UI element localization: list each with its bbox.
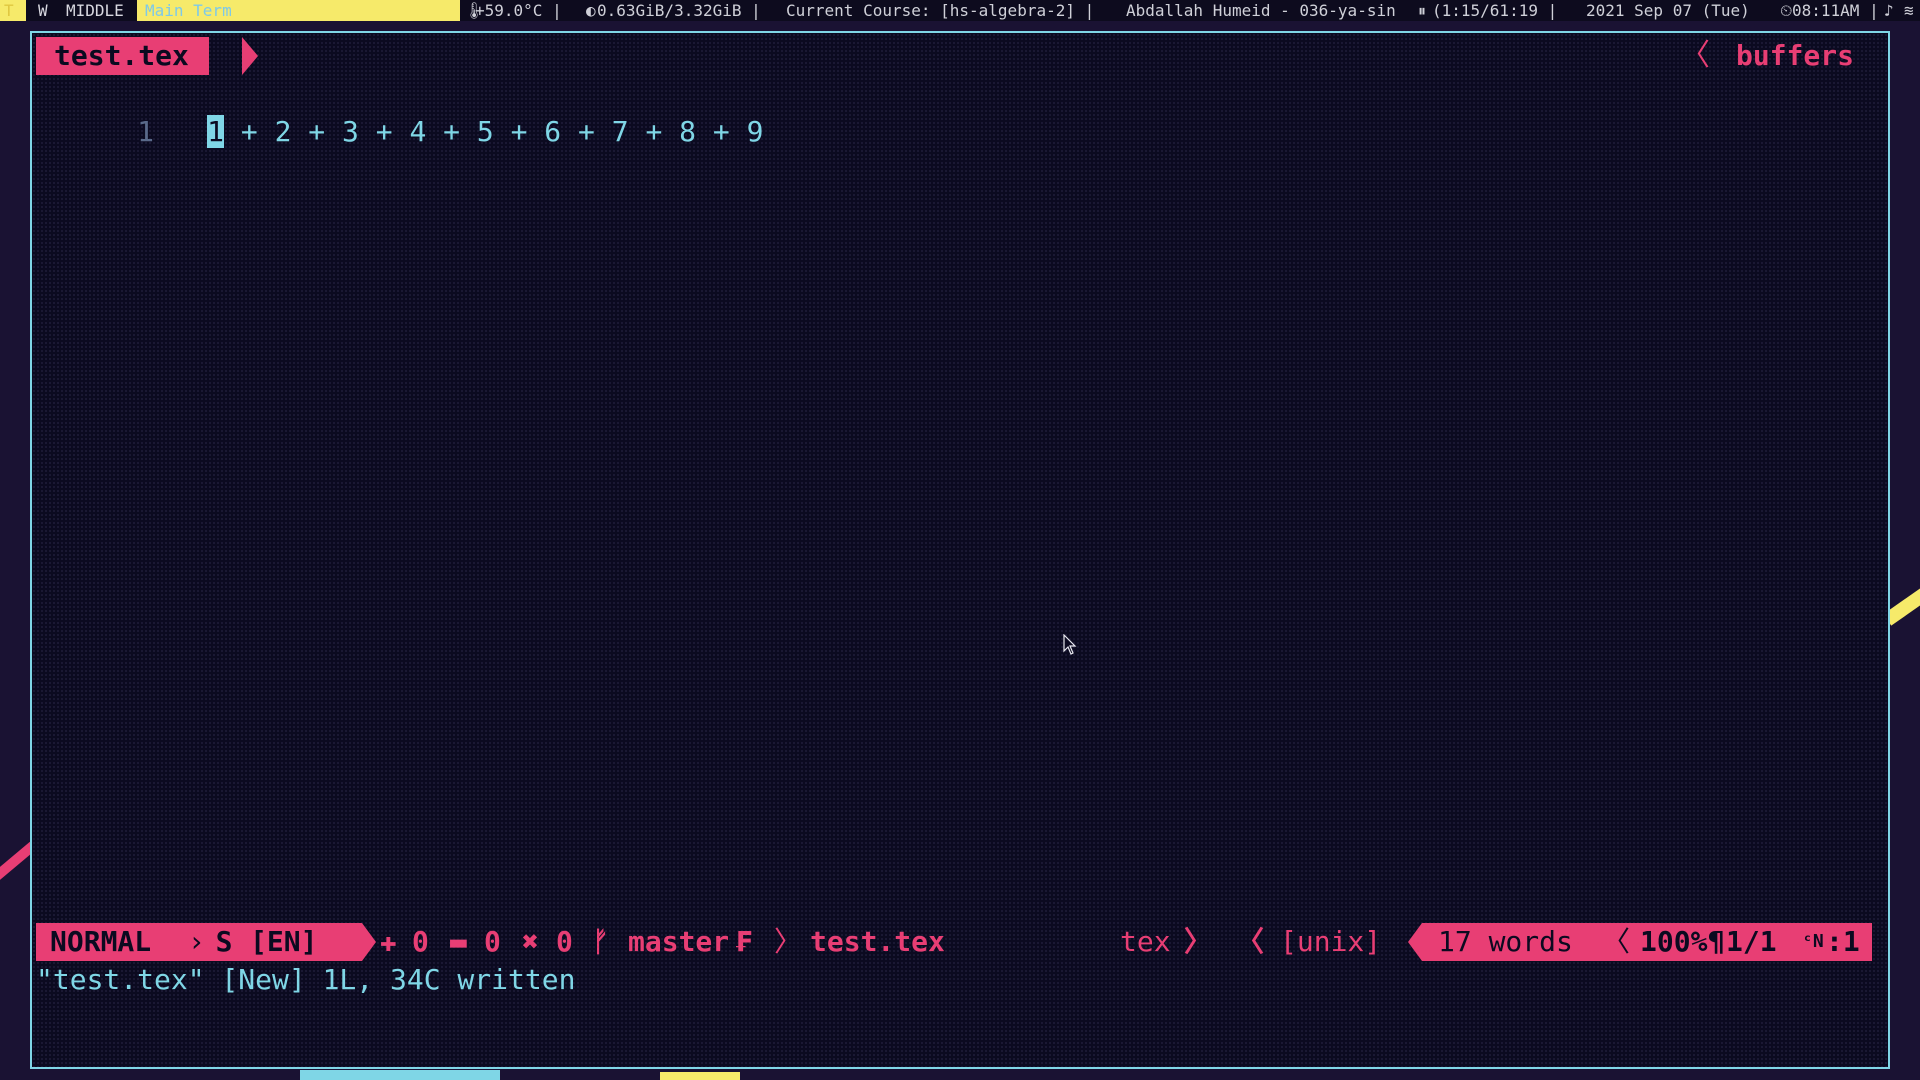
chevron-right-icon: 〉 <box>774 925 803 958</box>
tab-arrow-icon <box>242 37 258 75</box>
error-count: 0 <box>556 925 573 958</box>
network-icon[interactable]: ≋ <box>1904 0 1914 21</box>
git-dirty-icon: ₣ <box>736 925 753 958</box>
scroll-percent: 100% <box>1640 923 1708 961</box>
window-title: Main Term <box>137 0 460 21</box>
segment-arrow-icon <box>362 923 376 961</box>
wallpaper-stripe-yellow-bottom <box>660 1072 740 1080</box>
language-indicator: [EN] <box>244 923 362 961</box>
media-title: Abdallah Humeid - 036-ya-sin <box>1126 1 1396 20</box>
removed-icon: ▬ <box>450 925 467 958</box>
wallpaper-stripe-cyan <box>300 1070 500 1080</box>
pause-icon[interactable]: ⏸ <box>1418 0 1426 21</box>
status-filename: test.tex <box>810 925 945 958</box>
pilcrow-icon: ¶ <box>1708 923 1725 961</box>
memory-readout: 0.63GiB/3.32GiB | <box>597 1 761 20</box>
command-line[interactable]: "test.tex" [New] 1L, 34C written <box>36 961 575 999</box>
date-readout: 2021 Sep 07 (Tue) <box>1586 1 1750 20</box>
layout-indicator[interactable]: MIDDLE <box>66 0 124 21</box>
chevron-left-icon: 〈 <box>1680 38 1710 73</box>
spell-icon: S <box>204 923 244 961</box>
status-bar: T W MIDDLE Main Term 🌡 +59.0°C | ◐ 0.63G… <box>0 0 1920 21</box>
desktop: T W MIDDLE Main Term 🌡 +59.0°C | ◐ 0.63G… <box>0 0 1920 1080</box>
chevron-right-icon: 〉 <box>1184 925 1213 958</box>
removed-count: 0 <box>484 925 501 958</box>
chevron-right-icon: › <box>188 923 205 961</box>
added-icon: ✚ <box>380 925 397 958</box>
cursor: 1 <box>207 115 225 148</box>
column-position: :1 <box>1826 923 1860 961</box>
error-icon: ✖ <box>522 925 539 958</box>
file-format: [unix] <box>1280 925 1382 958</box>
file-tab[interactable]: test.tex <box>36 37 209 75</box>
course-readout: Current Course: [hs-algebra-2] | <box>786 1 1095 20</box>
terminal-window[interactable]: test.tex 〈 buffers 1 1 + 2 + 3 + 4 + 5 + … <box>30 31 1890 1069</box>
filetype: tex <box>1120 925 1171 958</box>
chevron-left-icon: 〈 <box>1236 925 1265 958</box>
column-icon: ᶜN <box>1802 923 1824 961</box>
volume-icon[interactable]: ♪ <box>1884 0 1894 21</box>
window-indicator[interactable]: W <box>38 0 48 21</box>
branch-icon: ᚠ <box>592 925 609 958</box>
mode-indicator: NORMAL <box>36 923 188 961</box>
mouse-pointer-icon <box>1063 634 1077 655</box>
line-text: + 2 + 3 + 4 + 5 + 6 + 7 + 8 + 9 <box>224 115 764 148</box>
temperature-readout: +59.0°C | <box>475 1 562 20</box>
segment-arrow-left-icon <box>1408 923 1422 961</box>
line-number: 1 <box>137 115 155 148</box>
clock-icon: ⏲ <box>1780 1 1793 20</box>
buffers-label[interactable]: buffers <box>1736 37 1854 75</box>
vim-statusline: NORMAL › S [EN] ✚ 0 ▬ 0 ✖ 0 ᚠ master ₣ 〉… <box>36 923 1872 961</box>
chevron-left-icon: 〈 <box>1602 923 1631 961</box>
editor-line[interactable]: 1 1 + 2 + 3 + 4 + 5 + 6 + 7 + 8 + 9 <box>36 75 763 148</box>
branch-name: master <box>628 925 730 958</box>
media-time: (1:15/61:19 | <box>1432 1 1558 20</box>
added-count: 0 <box>412 925 429 958</box>
word-count: 17 words <box>1438 923 1573 961</box>
memory-icon: ◐ <box>586 1 596 20</box>
time-readout: 08:11AM | <box>1792 1 1879 20</box>
line-position: 1/1 <box>1726 923 1777 961</box>
workspace-indicator[interactable]: T <box>0 0 26 21</box>
